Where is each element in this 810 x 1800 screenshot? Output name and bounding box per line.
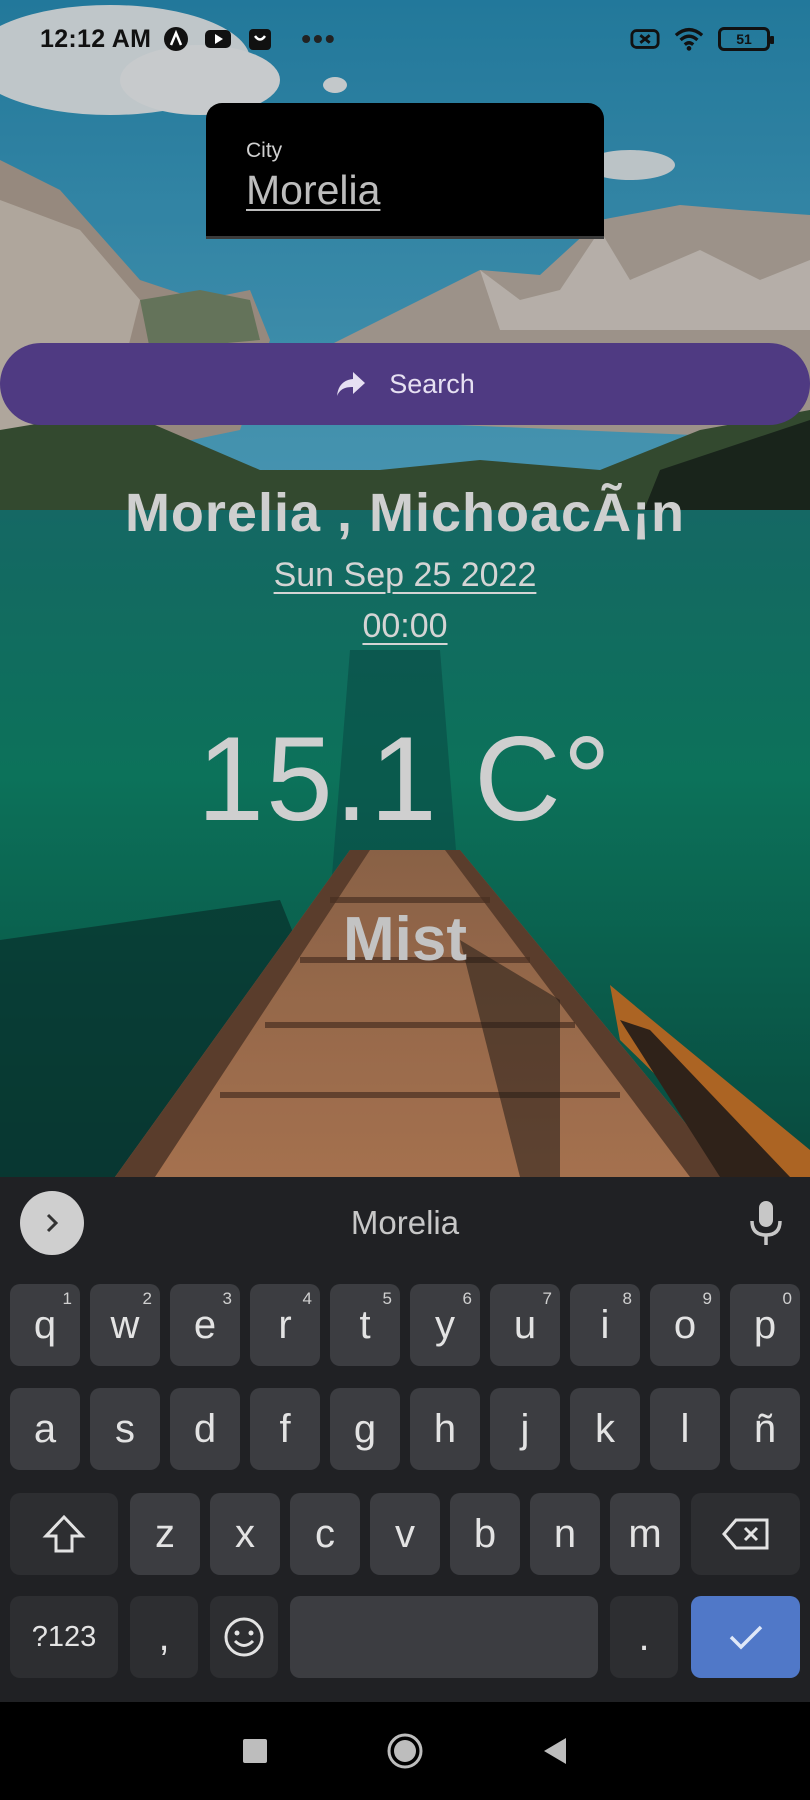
key-label: t — [359, 1302, 371, 1347]
key-y[interactable]: 6y — [410, 1284, 480, 1366]
expand-toolbar-button[interactable] — [20, 1191, 84, 1255]
status-bar: 12:12 AM ••• 51 — [0, 0, 810, 78]
battery-icon: 51 — [718, 27, 774, 51]
key-hint: 4 — [302, 1289, 312, 1308]
key-o[interactable]: 9o — [650, 1284, 720, 1366]
key-l[interactable]: l — [650, 1388, 720, 1470]
square-icon — [243, 1739, 267, 1763]
location-title: Morelia , MichoacÃ¡n — [124, 483, 686, 543]
key-u[interactable]: 7u — [490, 1284, 560, 1366]
no-sim-icon — [630, 24, 660, 54]
more-notifications-icon: ••• — [301, 23, 337, 54]
back-button[interactable] — [535, 1731, 575, 1771]
key-hint: 7 — [542, 1289, 552, 1308]
space-key[interactable] — [290, 1596, 598, 1678]
key-t[interactable]: 5t — [330, 1284, 400, 1366]
key-b[interactable]: b — [450, 1493, 520, 1575]
key-hint: 5 — [382, 1289, 392, 1308]
key-v[interactable]: v — [370, 1493, 440, 1575]
triangle-back-icon — [544, 1738, 566, 1764]
arc-notification-icon — [161, 24, 191, 54]
key-label: w — [110, 1302, 140, 1347]
search-button-label: Search — [389, 368, 475, 399]
emoji-key[interactable] — [210, 1596, 278, 1678]
key-hint: 6 — [462, 1289, 472, 1308]
chevron-right-icon — [46, 1213, 59, 1233]
shopping-bag-icon — [245, 24, 275, 54]
symbols-key[interactable]: ?123 — [10, 1596, 118, 1678]
suggestion-word[interactable]: Morelia — [351, 1204, 459, 1242]
city-input[interactable]: Morelia — [246, 167, 604, 214]
key-k[interactable]: k — [570, 1388, 640, 1470]
key-label: q — [33, 1302, 57, 1347]
key-n[interactable]: n — [530, 1493, 600, 1575]
comma-key[interactable]: , — [130, 1596, 198, 1678]
key-q[interactable]: 1q — [10, 1284, 80, 1366]
key-f[interactable]: f — [250, 1388, 320, 1470]
suggestion-strip: Morelia — [0, 1177, 810, 1269]
date-text: Sun Sep 25 2022 — [273, 556, 537, 594]
key-label: y — [435, 1302, 455, 1347]
key-h[interactable]: h — [410, 1388, 480, 1470]
key-ñ[interactable]: ñ — [730, 1388, 800, 1470]
key-hint: 3 — [222, 1289, 232, 1308]
key-x[interactable]: x — [210, 1493, 280, 1575]
shift-key[interactable] — [10, 1493, 118, 1575]
city-label: City — [246, 139, 283, 162]
microphone-icon[interactable] — [746, 1199, 786, 1247]
navigation-bar — [0, 1702, 810, 1800]
key-s[interactable]: s — [90, 1388, 160, 1470]
key-label: u — [513, 1302, 537, 1347]
circle-icon — [387, 1733, 423, 1769]
youtube-icon — [203, 24, 233, 54]
key-w[interactable]: 2w — [90, 1284, 160, 1366]
search-button[interactable]: Search — [0, 343, 810, 425]
status-time: 12:12 AM — [40, 24, 152, 53]
key-hint: 1 — [62, 1289, 72, 1308]
shift-icon — [42, 1514, 86, 1553]
backspace-key[interactable] — [691, 1493, 800, 1575]
key-d[interactable]: d — [170, 1388, 240, 1470]
time-text: 00:00 — [362, 607, 448, 645]
key-hint: 9 — [702, 1289, 712, 1308]
wifi-icon — [674, 24, 704, 54]
key-label: i — [600, 1302, 610, 1347]
key-r[interactable]: 4r — [250, 1284, 320, 1366]
backspace-icon — [721, 1518, 768, 1550]
period-key[interactable]: . — [610, 1596, 678, 1678]
key-g[interactable]: g — [330, 1388, 400, 1470]
key-j[interactable]: j — [490, 1388, 560, 1470]
notification-icons: ••• — [161, 23, 336, 55]
home-button[interactable] — [385, 1731, 425, 1771]
enter-key[interactable] — [691, 1596, 800, 1678]
recents-button[interactable] — [235, 1731, 275, 1771]
key-label: r — [278, 1302, 292, 1347]
key-e[interactable]: 3e — [170, 1284, 240, 1366]
city-field[interactable]: City Morelia — [206, 103, 604, 239]
key-z[interactable]: z — [130, 1493, 200, 1575]
key-label: p — [753, 1302, 777, 1347]
key-a[interactable]: a — [10, 1388, 80, 1470]
key-p[interactable]: 0p — [730, 1284, 800, 1366]
key-label: e — [193, 1302, 217, 1347]
key-hint: 2 — [142, 1289, 152, 1308]
key-label: o — [673, 1302, 697, 1347]
key-c[interactable]: c — [290, 1493, 360, 1575]
soft-keyboard: Morelia 1q2w3e4r5t6y7u8i9o0p asdfghjklñ … — [0, 1177, 810, 1702]
temperature-value: 15.1 C° — [197, 712, 613, 846]
key-m[interactable]: m — [610, 1493, 680, 1575]
share-arrow-icon — [337, 372, 366, 396]
key-i[interactable]: 8i — [570, 1284, 640, 1366]
emoji-icon — [224, 1617, 264, 1657]
checkmark-icon — [729, 1625, 762, 1650]
key-hint: 0 — [782, 1289, 792, 1308]
key-hint: 8 — [622, 1289, 632, 1308]
weather-condition: Mist — [343, 905, 467, 974]
